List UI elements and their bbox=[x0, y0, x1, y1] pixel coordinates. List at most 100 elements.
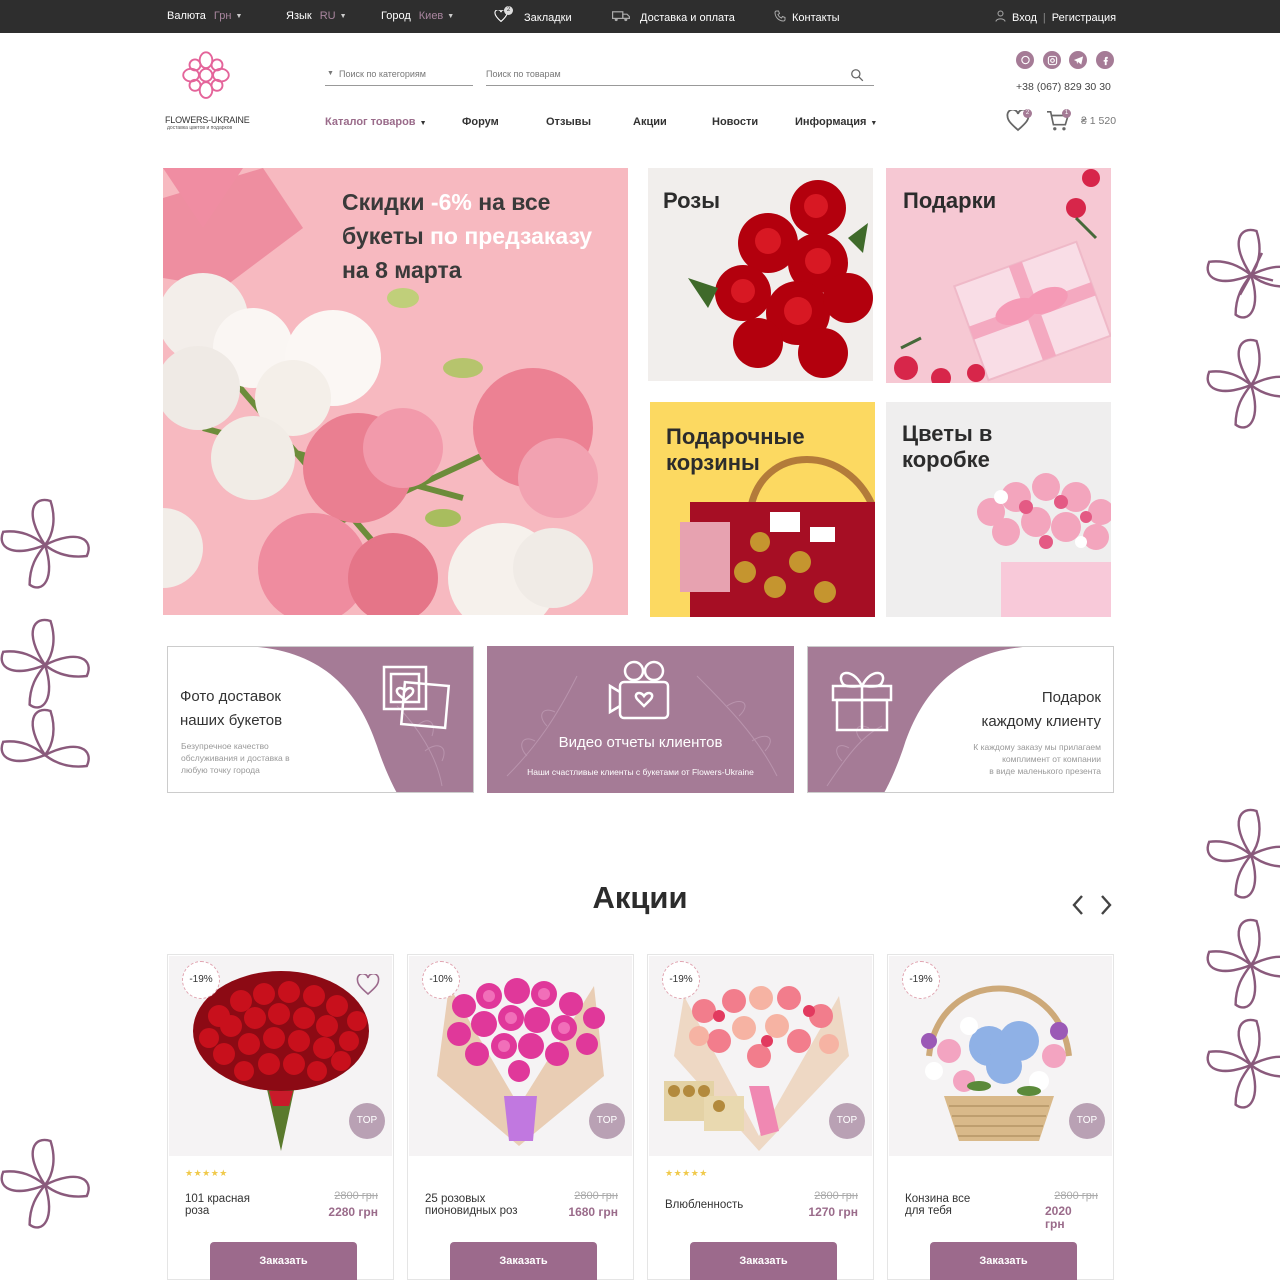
feature-gift-subtitle-line1: К каждому заказу мы прилагаем bbox=[973, 742, 1101, 752]
photo-frame-icon bbox=[382, 665, 451, 730]
heart-icon bbox=[356, 972, 380, 996]
instagram-icon[interactable] bbox=[1043, 51, 1061, 69]
product-name[interactable]: Конзина все для тебя bbox=[905, 1193, 1015, 1217]
nav-reviews[interactable]: Отзывы bbox=[546, 116, 591, 128]
feature-photo-subtitle: Безупречное качество обслуживания и дост… bbox=[181, 740, 290, 776]
delivery-link[interactable]: Доставка и оплата bbox=[612, 10, 735, 25]
product-name[interactable]: 25 розовых пионовидных роз bbox=[425, 1193, 535, 1217]
product-card[interactable]: -19% TOP ★★★★★ Влюбленность 2800 грн 127… bbox=[647, 954, 874, 1280]
product-image[interactable]: -19% TOP bbox=[889, 956, 1112, 1156]
contacts-link[interactable]: Контакты bbox=[774, 10, 840, 25]
tile-roses[interactable]: Розы bbox=[648, 168, 873, 381]
nav-info[interactable]: Информация ▼ bbox=[795, 116, 877, 128]
order-button[interactable]: Заказать bbox=[210, 1242, 357, 1280]
product-name-line1: 25 розовых bbox=[425, 1193, 486, 1205]
telegram-icon[interactable] bbox=[1069, 51, 1087, 69]
category-search-input[interactable]: ▼ Поиск по категориям bbox=[325, 66, 473, 86]
promos-section-title: Акции bbox=[592, 880, 688, 915]
language-selector[interactable]: Язык RU ▼ bbox=[286, 10, 347, 22]
tile-baskets-title: Подарочные корзины bbox=[666, 424, 805, 476]
phone-number[interactable]: +38 (067) 829 30 30 bbox=[1016, 81, 1111, 93]
search-icon[interactable] bbox=[850, 68, 864, 82]
product-card[interactable]: -19% TOP ★★★★★ 101 красная роза 2800 грн… bbox=[167, 954, 394, 1280]
city-label: Город bbox=[381, 10, 411, 22]
feature-photo-title-line1: Фото доставок bbox=[180, 688, 281, 705]
viber-icon[interactable] bbox=[1016, 51, 1034, 69]
currency-selector[interactable]: Валюта Грн ▼ bbox=[167, 10, 242, 22]
nav-promos[interactable]: Акции bbox=[633, 116, 667, 128]
bookmarks-count-badge: 2 bbox=[504, 6, 513, 15]
product-card[interactable]: -19% TOP Конзина все для тебя 2800 грн 2… bbox=[887, 954, 1114, 1280]
cart-button[interactable]: 1 bbox=[1046, 109, 1072, 136]
tile-gifts-title: Подарки bbox=[903, 188, 997, 213]
hero-line1-c: на все bbox=[471, 189, 551, 215]
nav-forum[interactable]: Форум bbox=[462, 116, 499, 128]
product-search-placeholder: Поиск по товарам bbox=[486, 69, 561, 79]
add-to-favorites-button[interactable] bbox=[356, 972, 380, 996]
product-image[interactable]: -19% TOP bbox=[169, 956, 392, 1156]
feature-photo-subtitle-line1: Безупречное качество bbox=[181, 741, 269, 751]
carousel-next-button[interactable] bbox=[1098, 893, 1114, 917]
logo-tagline: доставка цветов и подарков bbox=[167, 125, 233, 131]
auth-links: Вход | Регистрация bbox=[995, 10, 1116, 25]
lily-decoration-icon bbox=[0, 1130, 100, 1240]
divider: | bbox=[1042, 11, 1046, 24]
category-search-placeholder: Поиск по категориям bbox=[339, 69, 426, 79]
lily-decoration-icon bbox=[1196, 910, 1280, 1020]
tile-baskets-title-line2: корзины bbox=[666, 450, 760, 475]
new-price-currency: грн bbox=[1045, 1217, 1065, 1231]
register-link[interactable]: Регистрация bbox=[1052, 12, 1116, 24]
facebook-icon[interactable] bbox=[1096, 51, 1114, 69]
top-bar: Валюта Грн ▼ Язык RU ▼ Город Киев ▼ 2 За… bbox=[0, 0, 1280, 33]
feature-gift-subtitle-line3: в виде маленького презента bbox=[989, 766, 1101, 776]
feature-video-reports[interactable]: Видео отчеты клиентов Наши счастливые кл… bbox=[487, 646, 794, 793]
product-name[interactable]: Влюбленность bbox=[665, 1199, 775, 1211]
hero-line2-a: букеты bbox=[342, 223, 430, 249]
tile-box[interactable]: Цветы в коробке bbox=[886, 402, 1111, 617]
discount-badge: -19% bbox=[902, 961, 940, 999]
cart-total: ₴ 1 520 bbox=[1081, 115, 1117, 127]
chevron-down-icon: ▼ bbox=[327, 70, 334, 77]
product-image[interactable]: -10% TOP bbox=[409, 956, 632, 1156]
delivery-label: Доставка и оплата bbox=[640, 11, 735, 24]
nav-news[interactable]: Новости bbox=[712, 116, 758, 128]
tile-baskets[interactable]: Подарочные корзины bbox=[650, 402, 875, 617]
video-camera-icon bbox=[608, 660, 670, 720]
currency-value: Грн bbox=[213, 10, 232, 22]
new-price: 2280 грн bbox=[328, 1205, 378, 1219]
order-button[interactable]: Заказать bbox=[450, 1242, 597, 1280]
order-button[interactable]: Заказать bbox=[690, 1242, 837, 1280]
bookmarks-link[interactable]: 2 Закладки bbox=[494, 6, 572, 25]
chevron-down-icon: ▼ bbox=[870, 120, 878, 127]
old-price: 2800 грн bbox=[1054, 1190, 1098, 1202]
feature-photo-deliveries[interactable]: Фото доставок наших букетов Безупречное … bbox=[167, 646, 474, 793]
top-badge: TOP bbox=[829, 1103, 865, 1139]
currency-label: Валюта bbox=[167, 10, 206, 22]
discount-badge: -10% bbox=[422, 961, 460, 999]
carousel-prev-button[interactable] bbox=[1070, 893, 1086, 917]
product-card[interactable]: -10% TOP 25 розовых пионовидных роз 2800… bbox=[407, 954, 634, 1280]
login-link[interactable]: Вход bbox=[1012, 12, 1037, 24]
wishlist-button[interactable]: 2 bbox=[1006, 108, 1032, 136]
logo-flower-icon bbox=[182, 51, 230, 99]
lily-decoration-icon bbox=[1196, 1010, 1280, 1120]
tile-roses-title: Розы bbox=[663, 188, 720, 213]
new-price: 2020 грн bbox=[1045, 1205, 1072, 1231]
product-name-line2: пионовидных роз bbox=[425, 1205, 518, 1217]
city-selector[interactable]: Город Киев ▼ bbox=[381, 10, 454, 22]
bookmarks-label: Закладки bbox=[524, 11, 572, 24]
hero-banner[interactable]: Скидки -6% на все букеты по предзаказу н… bbox=[163, 168, 628, 615]
nav-catalog[interactable]: Каталог товаров ▼ bbox=[325, 116, 427, 128]
user-icon bbox=[995, 10, 1006, 25]
product-image[interactable]: -19% TOP bbox=[649, 956, 872, 1156]
product-name-line2: для тебя bbox=[905, 1205, 952, 1217]
new-price: 1270 грн bbox=[808, 1205, 858, 1219]
feature-gift-every-client[interactable]: Подарок каждому клиенту К каждому заказу… bbox=[807, 646, 1114, 793]
order-button[interactable]: Заказать bbox=[930, 1242, 1077, 1280]
tile-box-title: Цветы в коробке bbox=[902, 421, 992, 473]
tile-gifts[interactable]: Подарки bbox=[886, 168, 1111, 383]
product-search-input[interactable]: Поиск по товарам bbox=[486, 66, 874, 86]
phone-icon bbox=[774, 10, 786, 25]
cart-count-badge: 1 bbox=[1062, 109, 1071, 118]
product-name[interactable]: 101 красная роза bbox=[185, 1193, 295, 1217]
